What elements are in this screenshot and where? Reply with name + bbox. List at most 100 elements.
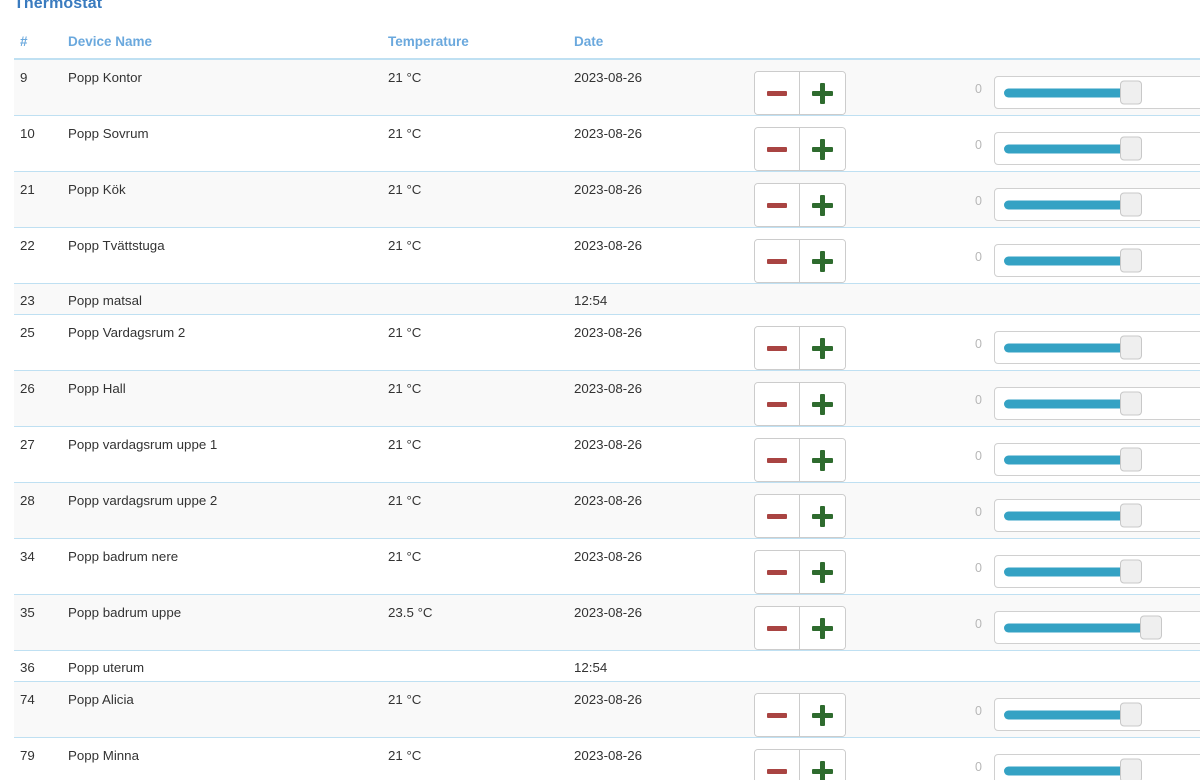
- decrease-temperature-button[interactable]: [755, 439, 800, 481]
- cell-counter: 0: [934, 595, 994, 651]
- slider-track[interactable]: [1004, 399, 1200, 408]
- decrease-temperature-button[interactable]: [755, 607, 800, 649]
- increase-temperature-button[interactable]: [800, 607, 845, 649]
- temperature-stepper[interactable]: [754, 382, 846, 426]
- temperature-slider[interactable]: [994, 188, 1200, 221]
- slider-fill: [1004, 256, 1131, 265]
- cell-counter: 0: [934, 483, 994, 539]
- column-header-temperature[interactable]: Temperature: [388, 34, 574, 59]
- increase-temperature-button[interactable]: [800, 184, 845, 226]
- temperature-stepper[interactable]: [754, 127, 846, 171]
- cell-date: 2023-08-26: [574, 738, 754, 780]
- slider-track[interactable]: [1004, 256, 1200, 265]
- slider-track[interactable]: [1004, 343, 1200, 352]
- temperature-stepper[interactable]: [754, 183, 846, 227]
- cell-device-name: Popp Kök: [68, 172, 388, 228]
- temperature-stepper[interactable]: [754, 71, 846, 115]
- decrease-temperature-button[interactable]: [755, 184, 800, 226]
- temperature-slider[interactable]: [994, 331, 1200, 364]
- cell-stepper: [754, 284, 934, 315]
- temperature-stepper[interactable]: [754, 438, 846, 482]
- decrease-temperature-button[interactable]: [755, 383, 800, 425]
- table-row: 79Popp Minna21 °C2023-08-26021: [14, 738, 1200, 780]
- column-header-device-name[interactable]: Device Name: [68, 34, 388, 59]
- slider-track[interactable]: [1004, 710, 1200, 719]
- temperature-slider[interactable]: [994, 698, 1200, 731]
- temperature-stepper[interactable]: [754, 494, 846, 538]
- cell-device-name: Popp vardagsrum uppe 1: [68, 427, 388, 483]
- decrease-temperature-button[interactable]: [755, 750, 800, 780]
- column-header-date[interactable]: Date: [574, 34, 754, 59]
- cell-temperature: 23.5 °C: [388, 595, 574, 651]
- increase-temperature-button[interactable]: [800, 694, 845, 736]
- temperature-stepper[interactable]: [754, 606, 846, 650]
- decrease-temperature-button[interactable]: [755, 551, 800, 593]
- increase-temperature-button[interactable]: [800, 240, 845, 282]
- decrease-temperature-button[interactable]: [755, 495, 800, 537]
- decrease-temperature-button[interactable]: [755, 128, 800, 170]
- slider-thumb[interactable]: [1140, 616, 1162, 640]
- slider-track[interactable]: [1004, 200, 1200, 209]
- slider-thumb[interactable]: [1120, 193, 1142, 217]
- temperature-slider[interactable]: [994, 387, 1200, 420]
- temperature-stepper[interactable]: [754, 550, 846, 594]
- temperature-slider[interactable]: [994, 754, 1200, 780]
- slider-track[interactable]: [1004, 144, 1200, 153]
- decrease-temperature-button[interactable]: [755, 694, 800, 736]
- temperature-stepper[interactable]: [754, 749, 846, 780]
- increase-temperature-button[interactable]: [800, 128, 845, 170]
- plus-icon: [812, 139, 833, 160]
- temperature-slider[interactable]: [994, 443, 1200, 476]
- slider-thumb[interactable]: [1120, 392, 1142, 416]
- cell-slider: [994, 483, 1200, 539]
- slider-track[interactable]: [1004, 88, 1200, 97]
- slider-track[interactable]: [1004, 623, 1200, 632]
- slider-fill: [1004, 567, 1131, 576]
- decrease-temperature-button[interactable]: [755, 240, 800, 282]
- temperature-slider[interactable]: [994, 244, 1200, 277]
- increase-temperature-button[interactable]: [800, 551, 845, 593]
- temperature-stepper[interactable]: [754, 239, 846, 283]
- slider-track[interactable]: [1004, 567, 1200, 576]
- temperature-slider[interactable]: [994, 132, 1200, 165]
- increase-temperature-button[interactable]: [800, 72, 845, 114]
- temperature-slider[interactable]: [994, 611, 1200, 644]
- minus-icon: [767, 514, 787, 519]
- increase-temperature-button[interactable]: [800, 750, 845, 780]
- slider-fill: [1004, 200, 1131, 209]
- slider-thumb[interactable]: [1120, 703, 1142, 727]
- decrease-temperature-button[interactable]: [755, 72, 800, 114]
- counter-value: 0: [934, 126, 994, 152]
- cell-device-name: Popp Tvättstuga: [68, 228, 388, 284]
- increase-temperature-button[interactable]: [800, 495, 845, 537]
- slider-track[interactable]: [1004, 766, 1200, 775]
- plus-icon: [812, 251, 833, 272]
- temperature-slider[interactable]: [994, 555, 1200, 588]
- temperature-slider[interactable]: [994, 76, 1200, 109]
- increase-temperature-button[interactable]: [800, 439, 845, 481]
- decrease-temperature-button[interactable]: [755, 327, 800, 369]
- slider-thumb[interactable]: [1120, 81, 1142, 105]
- slider-thumb[interactable]: [1120, 560, 1142, 584]
- slider-thumb[interactable]: [1120, 137, 1142, 161]
- cell-date: 2023-08-26: [574, 172, 754, 228]
- cell-counter: 0: [934, 682, 994, 738]
- slider-thumb[interactable]: [1120, 336, 1142, 360]
- column-header-id[interactable]: #: [14, 34, 68, 59]
- temperature-stepper[interactable]: [754, 326, 846, 370]
- slider-thumb[interactable]: [1120, 504, 1142, 528]
- table-row: 26Popp Hall21 °C2023-08-26021: [14, 371, 1200, 427]
- table-row: 74Popp Alicia21 °C2023-08-26021: [14, 682, 1200, 738]
- slider-thumb[interactable]: [1120, 249, 1142, 273]
- increase-temperature-button[interactable]: [800, 327, 845, 369]
- increase-temperature-button[interactable]: [800, 383, 845, 425]
- slider-track[interactable]: [1004, 455, 1200, 464]
- slider-track[interactable]: [1004, 511, 1200, 520]
- temperature-slider[interactable]: [994, 499, 1200, 532]
- cell-date: 2023-08-26: [574, 371, 754, 427]
- column-header-counter: [934, 34, 994, 59]
- plus-icon: [812, 450, 833, 471]
- slider-thumb[interactable]: [1120, 759, 1142, 780]
- slider-thumb[interactable]: [1120, 448, 1142, 472]
- temperature-stepper[interactable]: [754, 693, 846, 737]
